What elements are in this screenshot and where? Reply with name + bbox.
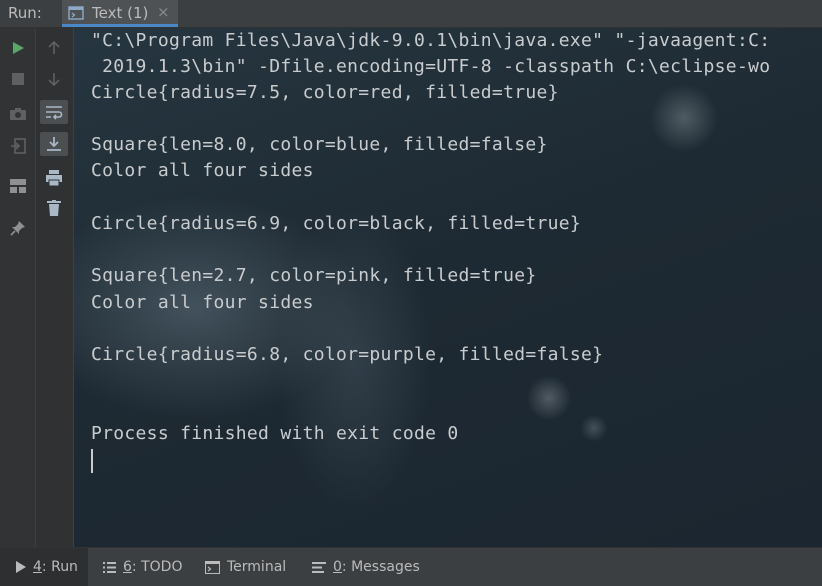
play-icon[interactable] <box>4 36 32 60</box>
text-caret <box>91 449 93 473</box>
console-line: Color all four sides <box>91 160 314 181</box>
tab-todo-label: : TODO <box>131 559 183 575</box>
console-output[interactable]: "C:\Program Files\Java\jdk-9.0.1\bin\jav… <box>74 28 822 547</box>
tab-messages[interactable]: 0 : Messages <box>312 548 420 586</box>
console-line: Circle{radius=6.8, color=purple, filled=… <box>91 344 604 365</box>
camera-icon[interactable] <box>4 102 32 126</box>
run-icon <box>16 561 26 573</box>
tab-title: Text (1) <box>92 4 149 22</box>
tab-todo[interactable]: 6 : TODO <box>103 548 182 586</box>
run-toolbar-secondary <box>36 28 74 547</box>
exit-icon[interactable] <box>4 134 32 158</box>
terminal-icon <box>205 560 220 574</box>
tab-terminal[interactable]: Terminal <box>205 548 286 586</box>
layout-icon[interactable] <box>4 174 32 198</box>
messages-icon <box>312 561 326 573</box>
console-line: Square{len=8.0, color=blue, filled=false… <box>91 134 548 155</box>
soft-wrap-icon[interactable] <box>40 100 68 124</box>
run-toolbar-primary <box>0 28 36 547</box>
todo-icon <box>103 561 116 573</box>
tab-run-mnemonic: 4 <box>33 559 42 575</box>
console-line: Circle{radius=6.9, color=black, filled=t… <box>91 213 582 234</box>
run-label: Run: <box>8 4 42 22</box>
scroll-to-end-icon[interactable] <box>40 132 68 156</box>
tab-messages-mnemonic: 0 <box>333 559 342 575</box>
console-line: Square{len=2.7, color=pink, filled=true} <box>91 265 537 286</box>
print-icon[interactable] <box>40 166 68 190</box>
console-line: 2019.1.3\bin" -Dfile.encoding=UTF-8 -cla… <box>91 56 771 77</box>
stop-icon[interactable] <box>4 67 32 91</box>
trash-icon[interactable] <box>40 196 68 220</box>
tab-terminal-label: Terminal <box>227 559 287 575</box>
tab-run[interactable]: 4 : Run <box>0 548 88 586</box>
tab-todo-mnemonic: 6 <box>123 559 132 575</box>
console-icon <box>68 5 84 21</box>
console-line: "C:\Program Files\Java\jdk-9.0.1\bin\jav… <box>91 30 771 51</box>
console-line: Circle{radius=7.5, color=red, filled=tru… <box>91 82 559 103</box>
pin-icon[interactable] <box>4 216 32 240</box>
close-icon[interactable]: × <box>157 3 170 21</box>
tab-messages-label: : Messages <box>341 559 420 575</box>
console-line: Process finished with exit code 0 <box>91 423 459 444</box>
console-line: Color all four sides <box>91 292 314 313</box>
run-toolwindow-header: Run: Text (1) × <box>0 0 822 28</box>
down-arrow-icon[interactable] <box>40 67 68 91</box>
up-arrow-icon[interactable] <box>40 36 68 60</box>
tab-run-label: : Run <box>41 559 78 575</box>
tool-window-bar: 4 : Run 6 : TODO Terminal 0 : Messages <box>0 547 822 586</box>
